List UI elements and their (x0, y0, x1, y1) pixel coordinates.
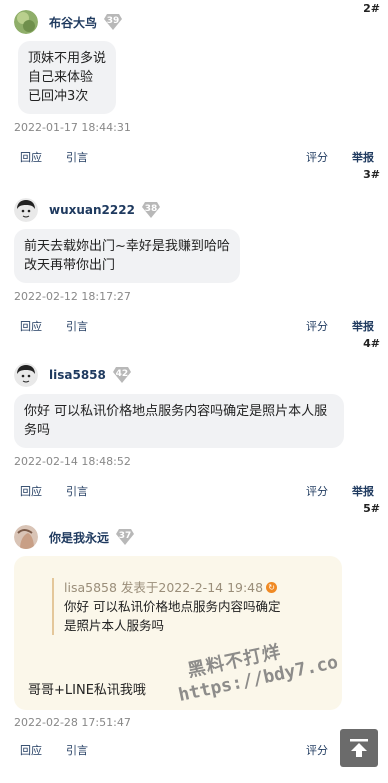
content-line: 改天再带你出门 (24, 258, 116, 273)
quote-button[interactable]: 引言 (66, 318, 88, 334)
floor-number[interactable]: 5# (363, 502, 380, 515)
post-header: lisa5858 42 4# (14, 337, 380, 390)
avatar[interactable] (14, 198, 38, 222)
reply-button[interactable]: 回应 (20, 318, 42, 334)
report-button[interactable]: 举报 (352, 149, 374, 165)
quote-line: 是照片本人服务吗 (64, 618, 165, 633)
username[interactable]: lisa5858 (49, 368, 106, 382)
post-floor-3: wuxuan2222 38 3# 前天去载妳出门~幸好是我赚到哈哈 改天再带你出… (0, 166, 388, 335)
level-badge: 39 (103, 13, 123, 31)
post-time: 2022-02-12 18:17:27 (14, 290, 131, 303)
rate-button[interactable]: 评分 (306, 742, 328, 758)
level-number: 42 (115, 369, 129, 379)
post-floor-5: 你是我永远 37 5# lisa5858 发表于2022-2-14 19:48 … (0, 500, 388, 759)
post-content: lisa5858 发表于2022-2-14 19:48 ↻ 你好 可以私讯价格地… (14, 556, 342, 710)
post-content: 前天去载妳出门~幸好是我赚到哈哈 改天再带你出门 (14, 229, 240, 283)
reply-button[interactable]: 回应 (20, 149, 42, 165)
report-button[interactable]: 举报 (352, 318, 374, 334)
quote-button[interactable]: 引言 (66, 742, 88, 758)
avatar[interactable] (14, 363, 38, 387)
back-to-top-button[interactable] (340, 729, 378, 767)
post-actions: 回应 引言 评分 举报 (14, 482, 374, 500)
avatar-image (14, 525, 38, 549)
post-actions: 回应 引言 评分 举报 (14, 741, 374, 759)
username[interactable]: wuxuan2222 (49, 203, 135, 217)
arrow-up-icon (350, 739, 368, 757)
post-time: 2022-02-14 18:48:52 (14, 455, 131, 468)
avatar-image (14, 10, 38, 34)
level-number: 38 (144, 204, 158, 214)
level-number: 37 (118, 531, 132, 541)
reply-text: 哥哥+LINE私讯我哦 (28, 683, 146, 698)
jump-to-quote-icon[interactable]: ↻ (266, 582, 278, 593)
rate-button[interactable]: 评分 (306, 149, 328, 165)
level-badge: 37 (115, 528, 135, 546)
post-content: 顶妹不用多说 自己来体验 已回冲3次 (18, 41, 117, 114)
post-actions: 回应 引言 评分 举报 (14, 148, 374, 166)
floor-number[interactable]: 4# (363, 337, 380, 350)
avatar[interactable] (14, 10, 38, 34)
rate-button[interactable]: 评分 (306, 318, 328, 334)
content-line: 自己来体验 (28, 70, 94, 85)
level-badge: 38 (141, 201, 161, 219)
quoted-post: lisa5858 发表于2022-2-14 19:48 ↻ 你好 可以私讯价格地… (52, 578, 328, 635)
post-floor-2: 布谷大鸟 39 2# 顶妹不用多说 自己来体验 已回冲3次 2022-01-17… (0, 0, 388, 166)
reply-button[interactable]: 回应 (20, 742, 42, 758)
rate-button[interactable]: 评分 (306, 483, 328, 499)
avatar[interactable] (14, 525, 38, 549)
content-line: 顶妹不用多说 (28, 51, 107, 66)
quote-header: lisa5858 发表于2022-2-14 19:48 ↻ (64, 578, 328, 597)
content-line: 已回冲3次 (28, 89, 89, 104)
level-number: 39 (106, 16, 120, 26)
level-badge: 42 (112, 366, 132, 384)
username[interactable]: 你是我永远 (49, 529, 109, 546)
post-time: 2022-02-28 17:51:47 (14, 716, 131, 729)
username[interactable]: 布谷大鸟 (49, 14, 97, 31)
quote-button[interactable]: 引言 (66, 483, 88, 499)
post-content: 你好 可以私讯价格地点服务内容吗确定是照片本人服务吗 (14, 394, 344, 448)
avatar-image (14, 363, 38, 387)
post-header: 你是我永远 37 5# (14, 502, 380, 552)
reply-button[interactable]: 回应 (20, 483, 42, 499)
post-header: 布谷大鸟 39 2# (14, 2, 380, 37)
post-header: wuxuan2222 38 3# (14, 168, 380, 225)
post-floor-4: lisa5858 42 4# 你好 可以私讯价格地点服务内容吗确定是照片本人服务… (0, 335, 388, 500)
avatar-image (14, 198, 38, 222)
quote-line: 你好 可以私讯价格地点服务内容吗确定 (64, 599, 281, 614)
post-actions: 回应 引言 评分 举报 (14, 317, 374, 335)
floor-number[interactable]: 2# (363, 2, 380, 15)
post-time: 2022-01-17 18:44:31 (14, 121, 131, 134)
quote-button[interactable]: 引言 (66, 149, 88, 165)
report-button[interactable]: 举报 (352, 483, 374, 499)
quote-author-date: lisa5858 发表于2022-2-14 19:48 (64, 580, 264, 595)
floor-number[interactable]: 3# (363, 168, 380, 181)
content-line: 你好 可以私讯价格地点服务内容吗确定是照片本人服务吗 (24, 404, 328, 438)
content-line: 前天去载妳出门~幸好是我赚到哈哈 (24, 239, 230, 254)
